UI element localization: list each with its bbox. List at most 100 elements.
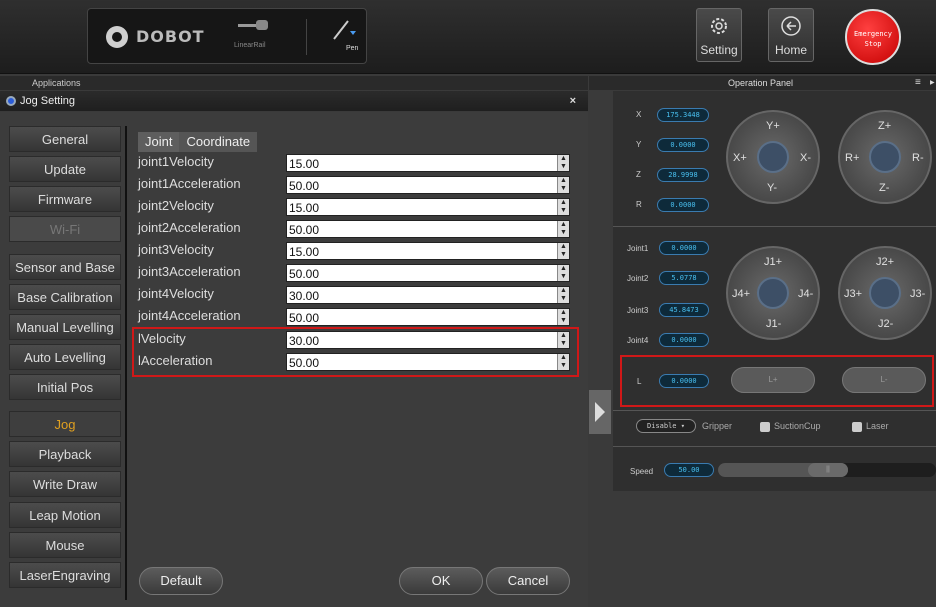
r-label: R: [636, 200, 642, 209]
z-minus-button[interactable]: Z-: [879, 182, 889, 194]
arrow-right-icon[interactable]: ▶: [930, 76, 935, 90]
joint3-velocity-input[interactable]: 15.00 ▲ ▼: [286, 242, 570, 260]
nav-playback[interactable]: Playback: [9, 441, 121, 467]
row-label: joint4Velocity: [138, 286, 214, 301]
pen-icon[interactable]: [330, 17, 356, 43]
z-plus-button[interactable]: Z+: [878, 120, 891, 132]
joint4-label: Joint4: [627, 336, 649, 345]
home-label: Home: [774, 43, 807, 57]
j1-minus-button[interactable]: J1-: [766, 318, 781, 330]
laser-checkbox[interactable]: Laser: [852, 421, 889, 432]
divider: [613, 410, 936, 411]
home-button[interactable]: Home: [768, 8, 814, 62]
pen-label: Pen: [346, 45, 359, 52]
device-panel: DOBOT LinearRail Pen: [87, 8, 367, 64]
spinner-arrows-icon[interactable]: ▲ ▼: [557, 265, 569, 281]
nav-firmware[interactable]: Firmware: [9, 186, 121, 212]
joint2-acceleration-input[interactable]: 50.00 ▲ ▼: [286, 220, 570, 238]
end-effector-select[interactable]: Disable ▾: [636, 419, 696, 433]
spinner-arrows-icon[interactable]: ▲ ▼: [557, 177, 569, 193]
z-label: Z: [636, 170, 641, 179]
nav-leap-motion[interactable]: Leap Motion: [9, 502, 121, 528]
r-plus-button[interactable]: R+: [845, 152, 859, 164]
gripper-label[interactable]: Gripper: [702, 421, 732, 431]
close-icon[interactable]: ×: [570, 91, 576, 111]
r-minus-button[interactable]: R-: [912, 152, 924, 164]
j3-minus-button[interactable]: J3-: [910, 288, 925, 300]
joint4-acceleration-input[interactable]: 50.00 ▲ ▼: [286, 308, 570, 326]
input-value: 15.00: [289, 245, 320, 259]
zr-jog-wheel[interactable]: Z+ Z- R+ R-: [838, 110, 932, 204]
joint3-acceleration-input[interactable]: 50.00 ▲ ▼: [286, 264, 570, 282]
nav-general[interactable]: General: [9, 126, 121, 152]
row-label: joint2Acceleration: [138, 220, 241, 235]
j1-plus-button[interactable]: J1+: [764, 256, 782, 268]
spinner-arrows-icon[interactable]: ▲ ▼: [557, 199, 569, 215]
linear-rail-icon[interactable]: [238, 19, 270, 31]
nav-base-calibration[interactable]: Base Calibration: [9, 284, 121, 310]
j2-j3-jog-wheel[interactable]: J2+ J2- J3+ J3-: [838, 246, 932, 340]
r-value: 0.0000: [657, 198, 709, 212]
rotation-icon: [757, 277, 789, 309]
nav-initial-pos[interactable]: Initial Pos: [9, 374, 121, 400]
joint2-velocity-input[interactable]: 15.00 ▲ ▼: [286, 198, 570, 216]
input-value: 30.00: [289, 289, 320, 303]
joint1-velocity-input[interactable]: 15.00 ▲ ▼: [286, 154, 570, 172]
setting-button[interactable]: Setting: [696, 8, 742, 62]
x-plus-button[interactable]: X+: [733, 152, 747, 164]
nav-write-draw[interactable]: Write Draw: [9, 471, 121, 497]
l-minus-button[interactable]: L-: [842, 367, 926, 393]
nav-jog[interactable]: Jog: [9, 411, 121, 437]
tab-joint[interactable]: Joint: [138, 132, 180, 152]
xy-jog-wheel[interactable]: Y+ Y- X+ X-: [726, 110, 820, 204]
home-back-icon: [781, 16, 801, 36]
speed-value: 50.00: [664, 463, 714, 477]
speed-slider-handle[interactable]: ||: [808, 463, 848, 477]
top-toolbar: DOBOT LinearRail Pen Setting Home Emerge…: [0, 0, 936, 74]
joint4-value: 0.0000: [659, 333, 709, 347]
speed-slider-track[interactable]: ||: [718, 463, 936, 477]
nav-wifi[interactable]: Wi-Fi: [9, 216, 121, 242]
nav-auto-levelling[interactable]: Auto Levelling: [9, 344, 121, 370]
y-minus-button[interactable]: Y-: [767, 182, 777, 194]
joint2-value: 5.0778: [659, 271, 709, 285]
y-plus-button[interactable]: Y+: [766, 120, 780, 132]
nav-mouse[interactable]: Mouse: [9, 532, 121, 558]
spinner-arrows-icon[interactable]: ▲ ▼: [557, 309, 569, 325]
suction-cup-checkbox[interactable]: SuctionCup: [760, 421, 821, 432]
l-plus-button[interactable]: L+: [731, 367, 815, 393]
j3-plus-button[interactable]: J3+: [844, 288, 862, 300]
highlight-box: [132, 327, 579, 377]
j2-minus-button[interactable]: J2-: [878, 318, 893, 330]
spinner-arrows-icon[interactable]: ▲ ▼: [557, 243, 569, 259]
menu-icon[interactable]: ≡: [915, 76, 921, 90]
j4-plus-button[interactable]: J4+: [732, 288, 750, 300]
j1-j4-jog-wheel[interactable]: J1+ J1- J4+ J4-: [726, 246, 820, 340]
nav-update[interactable]: Update: [9, 156, 121, 182]
joint1-acceleration-input[interactable]: 50.00 ▲ ▼: [286, 176, 570, 194]
nav-laser-engraving[interactable]: LaserEngraving: [9, 562, 121, 588]
j4-minus-button[interactable]: J4-: [798, 288, 813, 300]
joint2-label: Joint2: [627, 274, 649, 283]
spinner-arrows-icon[interactable]: ▲ ▼: [557, 287, 569, 303]
input-value: 50.00: [289, 179, 320, 193]
ok-button[interactable]: OK: [399, 567, 483, 595]
joint1-value: 0.0000: [659, 241, 709, 255]
spinner-arrows-icon[interactable]: ▲ ▼: [557, 221, 569, 237]
nav-manual-levelling[interactable]: Manual Levelling: [9, 314, 121, 340]
collapse-panel-button[interactable]: [589, 390, 611, 434]
joint4-velocity-input[interactable]: 30.00 ▲ ▼: [286, 286, 570, 304]
row-label: joint3Velocity: [138, 242, 214, 257]
row-label: joint3Acceleration: [138, 264, 241, 279]
j2-plus-button[interactable]: J2+: [876, 256, 894, 268]
cancel-button[interactable]: Cancel: [486, 567, 570, 595]
nav-sensor-and-base[interactable]: Sensor and Base: [9, 254, 121, 280]
mode-tabs: Joint Coordinate: [138, 132, 258, 152]
emergency-stop-button[interactable]: Emergency Stop: [845, 9, 901, 65]
l-label: L: [637, 377, 642, 386]
x-minus-button[interactable]: X-: [800, 152, 811, 164]
y-value: 0.0000: [657, 138, 709, 152]
default-button[interactable]: Default: [139, 567, 223, 595]
tab-coordinate[interactable]: Coordinate: [179, 132, 257, 152]
spinner-arrows-icon[interactable]: ▲ ▼: [557, 155, 569, 171]
